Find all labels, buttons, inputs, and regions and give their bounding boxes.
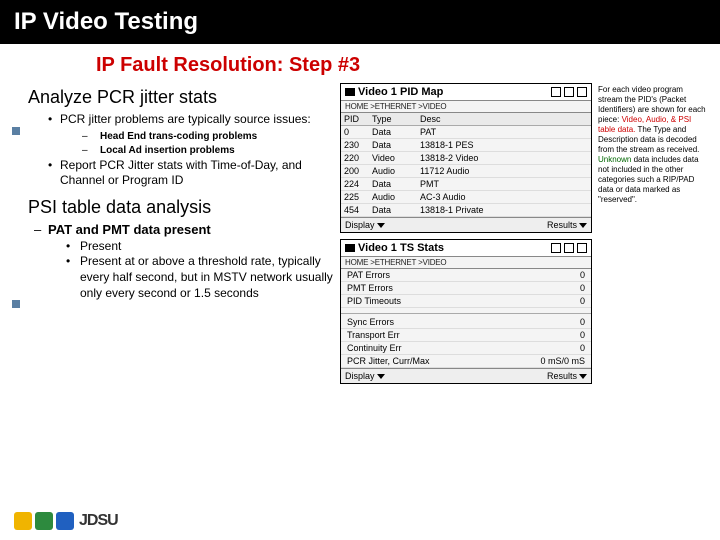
breadcrumb: HOME >ETHERNET >VIDEO (341, 257, 591, 269)
panel-header: Video 1 PID Map (341, 84, 591, 101)
chevron-down-icon (579, 223, 587, 228)
tool-icon[interactable] (564, 243, 574, 253)
stat-row: Continuity Err0 (341, 342, 591, 355)
panel-header: Video 1 TS Stats (341, 240, 591, 257)
page-title: IP Video Testing (2, 8, 198, 35)
sub-bullet-item: Local Ad insertion problems (10, 144, 340, 157)
chevron-down-icon (377, 374, 385, 379)
table-row: 224DataPMT (341, 178, 591, 191)
chevron-down-icon (377, 223, 385, 228)
divider (341, 308, 591, 314)
table-row: 230Data13818-1 PES (341, 139, 591, 152)
tool-icon[interactable] (577, 243, 587, 253)
logo: JDSU (14, 512, 118, 530)
bullet-square-icon (12, 300, 20, 308)
camera-icon (345, 88, 355, 96)
stat-row: PAT Errors0 (341, 269, 591, 282)
sub-bullet-item: Head End trans-coding problems (10, 130, 340, 143)
section2-heading: PSI table data analysis (10, 191, 340, 222)
panel-footer: Display Results (341, 217, 591, 232)
subtitle: IP Fault Resolution: Step #3 (0, 44, 720, 83)
bullet-item: Present at or above a threshold rate, ty… (10, 254, 340, 301)
title-bar: IP Video Testing (0, 0, 720, 44)
table-row: 0DataPAT (341, 126, 591, 139)
stat-row: PID Timeouts0 (341, 295, 591, 308)
table-row: 220Video13818-2 Video (341, 152, 591, 165)
logo-text: JDSU (79, 512, 118, 530)
table-row: 225AudioAC-3 Audio (341, 191, 591, 204)
results-menu[interactable]: Results (547, 220, 587, 230)
camera-icon (345, 244, 355, 252)
panel-title: Video 1 TS Stats (358, 242, 548, 254)
sidenote-highlight: Unknown (598, 155, 631, 164)
table-row: 200Audio11712 Audio (341, 165, 591, 178)
stat-row: PMT Errors0 (341, 282, 591, 295)
bullet-item: Present (10, 239, 340, 255)
display-menu[interactable]: Display (345, 371, 385, 381)
results-menu[interactable]: Results (547, 371, 587, 381)
panel-footer: Display Results (341, 368, 591, 383)
chevron-down-icon (579, 374, 587, 379)
stats-list: PAT Errors0 PMT Errors0 PID Timeouts0 Sy… (341, 269, 591, 368)
display-menu[interactable]: Display (345, 220, 385, 230)
logo-swatch-icon (56, 512, 74, 530)
bullet-item: Report PCR Jitter stats with Time-of-Day… (10, 158, 340, 189)
ts-stats-panel: Video 1 TS Stats HOME >ETHERNET >VIDEO P… (340, 239, 592, 384)
col-desc: Desc (417, 113, 591, 126)
content-area: Analyze PCR jitter stats PCR jitter prob… (0, 83, 720, 384)
col-pid: PID (341, 113, 369, 126)
tool-icon[interactable] (564, 87, 574, 97)
logo-swatch-icon (14, 512, 32, 530)
bullet-item: PCR jitter problems are typically source… (10, 112, 340, 128)
tool-icon[interactable] (551, 87, 561, 97)
tool-icon[interactable] (577, 87, 587, 97)
stat-row: Transport Err0 (341, 329, 591, 342)
pid-table: PIDTypeDesc 0DataPAT 230Data13818-1 PES … (341, 113, 591, 217)
breadcrumb: HOME >ETHERNET >VIDEO (341, 101, 591, 113)
section1-heading: Analyze PCR jitter stats (10, 83, 340, 112)
stat-row: Sync Errors0 (341, 316, 591, 329)
left-column: Analyze PCR jitter stats PCR jitter prob… (10, 83, 340, 384)
pid-map-panel: Video 1 PID Map HOME >ETHERNET >VIDEO PI… (340, 83, 592, 233)
sidenote: For each video program stream the PID's … (592, 83, 710, 384)
panel-title: Video 1 PID Map (358, 86, 548, 98)
tool-icon[interactable] (551, 243, 561, 253)
table-row: 454Data13818-1 Private (341, 204, 591, 217)
logo-swatch-icon (35, 512, 53, 530)
center-column: Video 1 PID Map HOME >ETHERNET >VIDEO PI… (340, 83, 592, 384)
col-type: Type (369, 113, 417, 126)
dash-item: PAT and PMT data present (10, 222, 340, 237)
stat-row: PCR Jitter, Curr/Max0 mS/0 mS (341, 355, 591, 368)
